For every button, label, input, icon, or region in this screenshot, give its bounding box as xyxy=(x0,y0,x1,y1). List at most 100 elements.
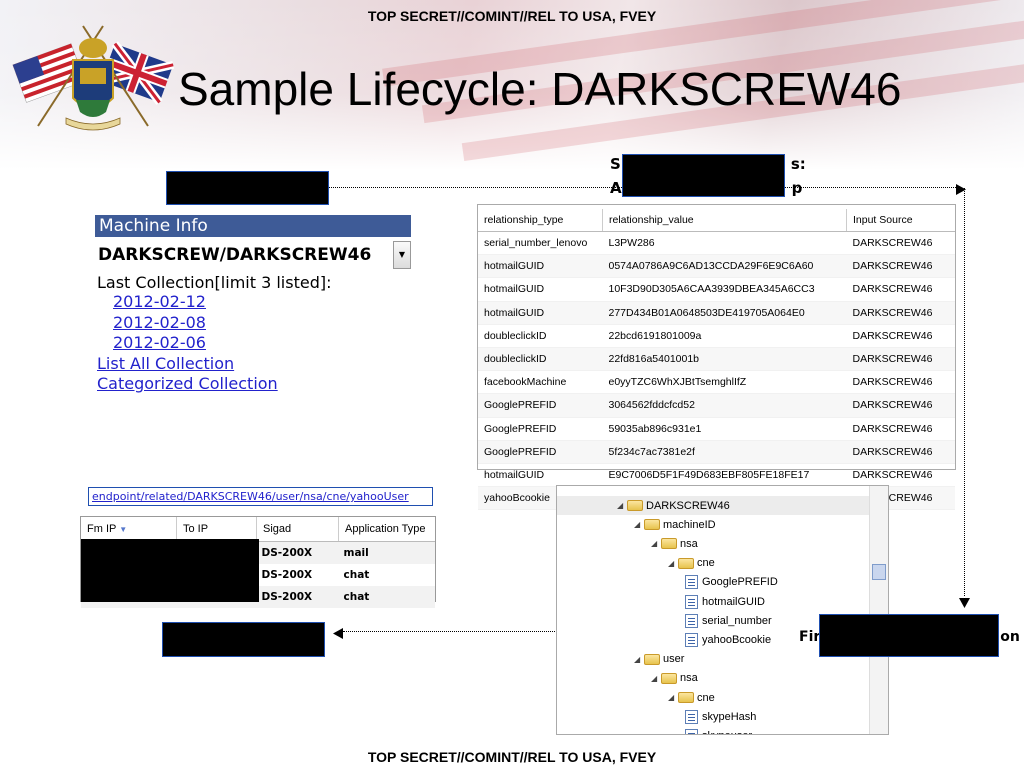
table-row[interactable]: hotmailGUID 0574A0786A9C6AD13CCDA29F6E9C6… xyxy=(478,254,955,279)
column-header-label: Fm IP xyxy=(87,523,117,535)
table-row[interactable]: hotmailGUID 277D434B01A0648503DE419705A06… xyxy=(478,301,955,325)
table-cell: hotmailGUID xyxy=(478,254,603,279)
expand-triangle-icon[interactable]: ◢ xyxy=(651,539,661,548)
tree-item-label: skypeuser xyxy=(702,730,752,734)
tree-item[interactable]: hotmailGUID xyxy=(685,592,765,611)
document-icon xyxy=(685,728,698,734)
table-cell: hotmailGUID xyxy=(478,301,603,325)
collection-date-link[interactable]: 2012-02-06 xyxy=(95,333,411,354)
tree-item-label: hotmailGUID xyxy=(702,595,765,608)
column-header[interactable]: Sigad xyxy=(256,517,339,542)
tree-item[interactable]: GooglePREFID xyxy=(685,573,778,592)
stored-label-line1-end: s: xyxy=(790,155,806,173)
table-row[interactable]: GooglePREFID 59035ab896c931e1 DARKSCREW46 xyxy=(478,417,955,441)
table-cell: DARKSCREW46 xyxy=(846,347,955,372)
tree-item[interactable]: yahooBcookie xyxy=(685,630,771,649)
table-cell: DARKSCREW46 xyxy=(846,440,955,464)
column-header[interactable]: relationship_value xyxy=(602,209,847,232)
document-icon xyxy=(685,575,698,590)
categorized-collection-link[interactable]: Categorized Collection xyxy=(95,374,411,395)
expand-triangle-icon[interactable]: ◢ xyxy=(668,559,678,568)
expand-triangle-icon[interactable]: ◢ xyxy=(634,520,644,529)
table-cell: DARKSCREW46 xyxy=(846,231,955,256)
column-header[interactable]: Input Source xyxy=(846,209,955,232)
classification-banner-top: TOP SECRET//COMINT//REL TO USA, FVEY xyxy=(367,8,657,24)
folder-icon xyxy=(678,692,694,703)
table-row[interactable]: hotmailGUID E9C7006D5F1F49D683EBF805FE18F… xyxy=(478,463,955,488)
table-row[interactable]: doubleclickID 22bcd6191801009a DARKSCREW46 xyxy=(478,324,955,348)
collection-date-link[interactable]: 2012-02-08 xyxy=(95,313,411,334)
last-collection-label: Last Collection[limit 3 listed]: xyxy=(97,273,332,292)
tree-item-label: nsa xyxy=(680,672,698,685)
table-row[interactable]: GooglePREFID 3064562fddcfcd52 DARKSCREW46 xyxy=(478,393,955,418)
table-cell: DARKSCREW46 xyxy=(846,301,955,325)
scrollbar[interactable] xyxy=(869,486,888,734)
expand-triangle-icon[interactable]: ◢ xyxy=(651,674,661,683)
table-cell: 22bcd6191801009a xyxy=(602,324,847,348)
folder-icon xyxy=(627,500,643,511)
collection-date-link[interactable]: 2012-02-12 xyxy=(95,292,411,313)
table-cell: doubleclickID xyxy=(478,347,603,372)
table-cell: mail xyxy=(338,541,435,564)
tree-item[interactable]: serial_number xyxy=(685,611,772,630)
list-all-collection-link[interactable]: List All Collection xyxy=(95,354,411,375)
table-cell: hotmailGUID xyxy=(478,463,603,488)
table-cell: 22fd816a5401001b xyxy=(602,347,847,372)
document-icon xyxy=(685,613,698,628)
tree-item[interactable]: ◢ cne xyxy=(668,688,715,707)
classification-banner-bottom: TOP SECRET//COMINT//REL TO USA, FVEY xyxy=(367,749,657,765)
tree-item[interactable]: ◢ nsa xyxy=(651,534,698,553)
chevron-down-icon[interactable]: ▼ xyxy=(393,241,411,269)
expand-triangle-icon[interactable]: ◢ xyxy=(634,655,644,664)
table-cell: e0yyTZC6WhXJBtTsemghlIfZ xyxy=(602,370,847,395)
sort-down-icon[interactable]: ▼ xyxy=(119,525,127,534)
table-cell: DARKSCREW46 xyxy=(846,277,955,302)
tree-item[interactable]: ◢ DARKSCREW46 xyxy=(617,496,730,515)
table-row[interactable]: serial_number_lenovo L3PW286 DARKSCREW46 xyxy=(478,231,955,256)
table-cell: serial_number_lenovo xyxy=(478,231,603,256)
page-title: Sample Lifecycle: DARKSCREW46 xyxy=(178,63,902,115)
tree-view: ◢ DARKSCREW46 ◢ machineID ◢ nsa ◢ cne GooglePREF… xyxy=(556,485,889,735)
tree-item[interactable]: ◢ nsa xyxy=(651,669,698,688)
folder-icon xyxy=(661,672,677,684)
stored-label-line1-start: S xyxy=(610,155,621,173)
table-cell: DARKSCREW46 xyxy=(846,417,955,441)
column-header[interactable]: relationship_type xyxy=(478,209,603,232)
tree-item[interactable]: ◢ machineID xyxy=(634,515,716,534)
document-icon xyxy=(685,632,698,647)
folder-icon xyxy=(678,557,694,569)
first-label-end: on xyxy=(1000,629,1020,645)
table-row[interactable]: hotmailGUID 10F3D90D305A6CAA3939DBEA345A6… xyxy=(478,277,955,302)
table-cell: DARKSCREW46 xyxy=(846,324,955,348)
redaction-box xyxy=(622,154,785,197)
expand-triangle-icon[interactable]: ◢ xyxy=(617,501,627,510)
table-cell: DARKSCREW46 xyxy=(846,370,955,395)
table-cell: DARKSCREW46 xyxy=(846,254,955,279)
column-header[interactable]: Fm IP ▼ xyxy=(81,517,177,542)
table-cell: GooglePREFID xyxy=(478,417,603,441)
connector-line xyxy=(964,188,965,596)
tree-item[interactable]: ◢ user xyxy=(634,650,684,669)
tree-item-label: cne xyxy=(697,557,715,570)
redaction-box xyxy=(166,171,329,205)
endpoint-link[interactable]: endpoint/related/DARKSCREW46/user/nsa/cn… xyxy=(88,487,433,506)
tree-item[interactable]: skypeHash xyxy=(685,707,756,726)
table-cell: facebookMachine xyxy=(478,370,603,395)
column-header[interactable]: Application Type xyxy=(338,517,435,542)
tree-item[interactable]: skypeuser xyxy=(685,726,752,734)
table-cell: L3PW286 xyxy=(602,231,847,256)
table-row[interactable]: facebookMachine e0yyTZC6WhXJBtTsemghlIfZ D… xyxy=(478,370,955,395)
table-row[interactable]: GooglePREFID 5f234c7ac7381e2f DARKSCREW46 xyxy=(478,440,955,464)
table-cell: 10F3D90D305A6CAA3939DBEA345A6CC3 xyxy=(602,277,847,302)
tree-item[interactable]: ◢ cne xyxy=(668,554,715,573)
table-cell: 5f234c7ac7381e2f xyxy=(602,440,847,464)
tree-item-label: user xyxy=(663,653,685,666)
column-header[interactable]: To IP xyxy=(176,517,257,542)
machine-info-panel: Machine Info DARKSCREW/DARKSCREW46 ▼ Las… xyxy=(95,215,411,401)
machine-select[interactable]: DARKSCREW/DARKSCREW46 ▼ xyxy=(95,241,411,269)
arrowhead-left-icon xyxy=(333,626,343,644)
expand-triangle-icon[interactable]: ◢ xyxy=(668,693,678,702)
tree-item-label: GooglePREFID xyxy=(702,576,778,589)
table-row[interactable]: doubleclickID 22fd816a5401001b DARKSCREW46 xyxy=(478,347,955,372)
scrollbar-thumb[interactable] xyxy=(872,564,886,580)
